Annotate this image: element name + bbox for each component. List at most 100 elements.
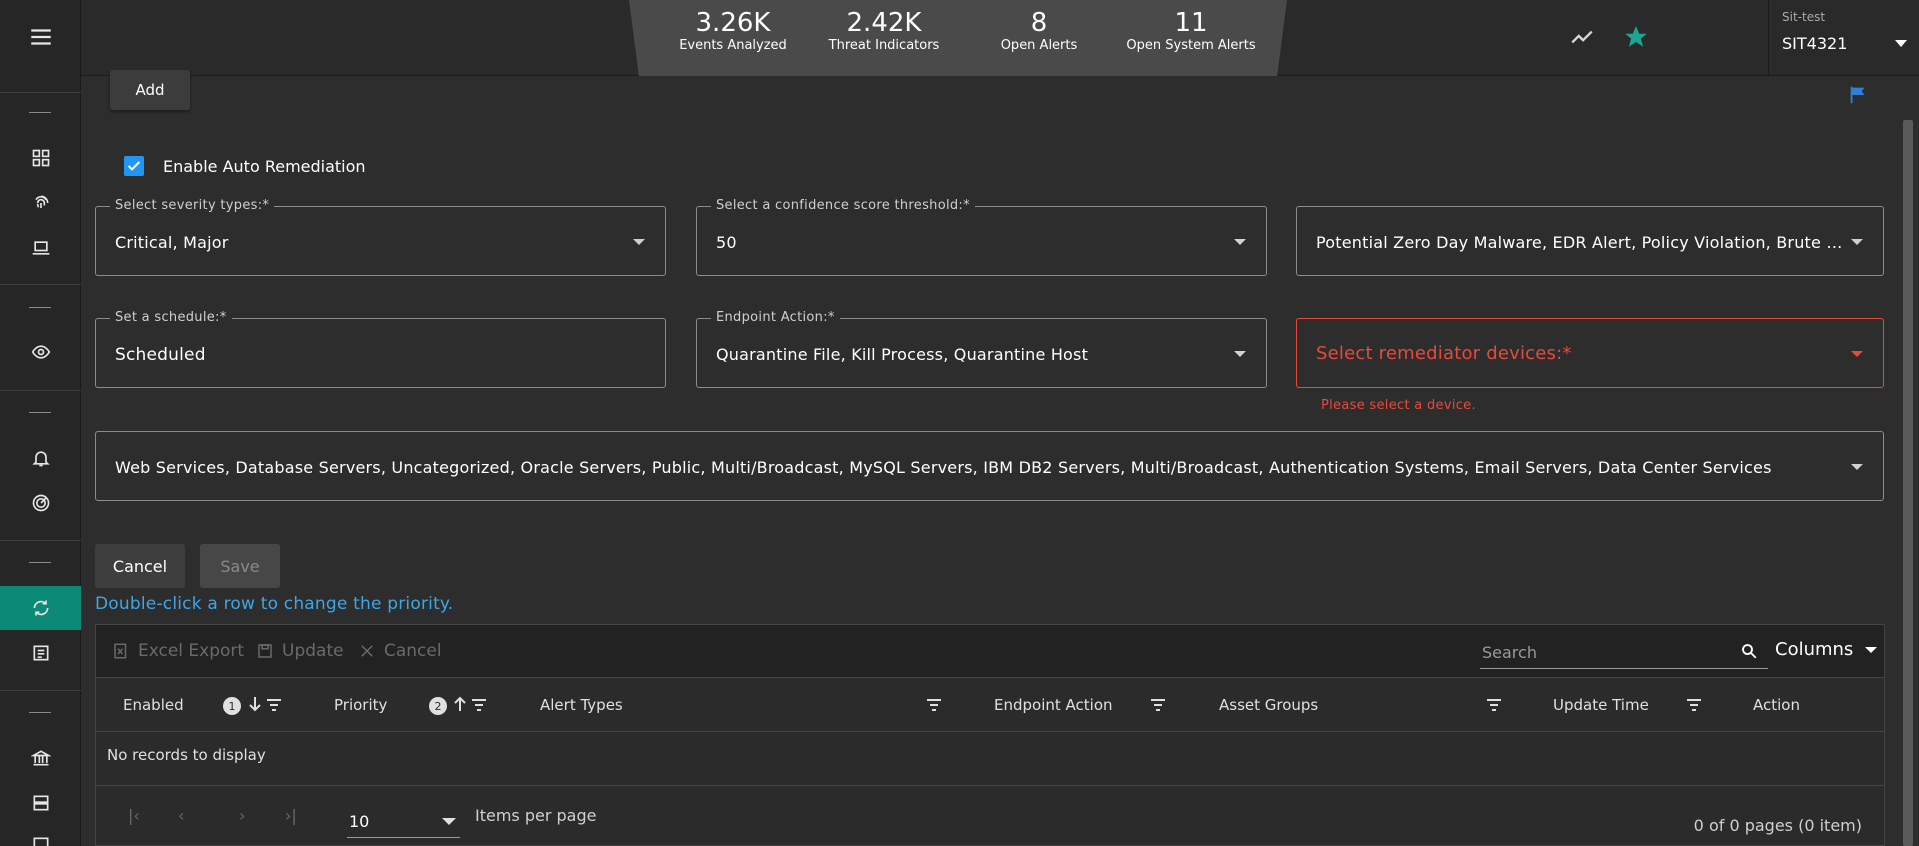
kpi-label: Open Alerts bbox=[1000, 38, 1078, 53]
sidebar-item-servers[interactable] bbox=[0, 781, 81, 825]
filter-icon[interactable] bbox=[1150, 698, 1166, 712]
site-selector-value: SIT4321 bbox=[1782, 34, 1848, 53]
kpi-open-system-alerts[interactable]: 11 Open System Alerts bbox=[1119, 8, 1263, 54]
chevron-down-icon bbox=[1865, 646, 1878, 653]
columns-button[interactable]: Columns bbox=[1775, 639, 1878, 660]
sidebar-item-radar[interactable] bbox=[0, 481, 81, 525]
column-header-enabled[interactable]: Enabled bbox=[123, 696, 184, 714]
chevron-down-icon bbox=[1895, 40, 1907, 47]
alert-types-select[interactable]: Potential Zero Day Malware, EDR Alert, P… bbox=[1296, 206, 1884, 276]
chevron-down-icon bbox=[442, 818, 456, 825]
sidebar bbox=[0, 0, 81, 846]
filter-icon[interactable] bbox=[471, 698, 487, 712]
column-header-update-time[interactable]: Update Time bbox=[1553, 696, 1649, 714]
filter-icon[interactable] bbox=[926, 698, 942, 712]
sidebar-separator bbox=[29, 412, 51, 413]
alert-types-value: Potential Zero Day Malware, EDR Alert, P… bbox=[1316, 233, 1846, 252]
auto-remediation-toggle[interactable]: Enable Auto Remediation bbox=[124, 156, 366, 176]
schedule-field[interactable]: Set a schedule:* Scheduled bbox=[95, 310, 666, 388]
sidebar-item-dashboard[interactable] bbox=[0, 136, 81, 180]
column-header-asset-groups[interactable]: Asset Groups bbox=[1219, 696, 1318, 714]
close-icon bbox=[361, 645, 373, 657]
grid-cancel-button[interactable]: Cancel bbox=[358, 641, 442, 661]
page-scrollbar[interactable] bbox=[1903, 120, 1913, 846]
kpi-events-analyzed[interactable]: 3.26K Events Analyzed bbox=[671, 8, 795, 54]
sidebar-item-alerts[interactable] bbox=[0, 436, 81, 480]
sort-order-badge: 1 bbox=[223, 697, 241, 715]
sidebar-item-auto-remediation[interactable] bbox=[0, 586, 81, 630]
site-selector-label: Sit-test bbox=[1782, 10, 1826, 24]
sidebar-divider bbox=[0, 690, 81, 691]
top-bar: 3.26K Events Analyzed 2.42K Threat Indic… bbox=[81, 0, 1919, 76]
confidence-label: Select a confidence score threshold:* bbox=[711, 198, 975, 213]
update-button[interactable]: Update bbox=[256, 641, 344, 661]
sidebar-separator bbox=[29, 562, 51, 563]
search-icon bbox=[1742, 644, 1757, 659]
sidebar-item-institution[interactable] bbox=[0, 736, 81, 780]
auto-remediation-label: Enable Auto Remediation bbox=[163, 156, 366, 176]
next-page-icon[interactable]: › bbox=[239, 806, 245, 825]
prev-page-icon[interactable]: ‹ bbox=[178, 806, 184, 825]
column-header-endpoint-action[interactable]: Endpoint Action bbox=[994, 696, 1113, 714]
asset-groups-select[interactable]: Web Services, Database Servers, Uncatego… bbox=[95, 431, 1884, 501]
endpoint-action-select[interactable]: Endpoint Action:* Quarantine File, Kill … bbox=[696, 310, 1267, 388]
server-icon bbox=[33, 795, 48, 811]
sidebar-item-devices[interactable] bbox=[0, 226, 81, 270]
checkbox-checked[interactable] bbox=[124, 156, 144, 176]
columns-label: Columns bbox=[1775, 639, 1854, 660]
excel-icon bbox=[114, 643, 127, 659]
kpi-open-alerts[interactable]: 8 Open Alerts bbox=[979, 8, 1099, 54]
page-size-select[interactable]: 10 bbox=[347, 802, 460, 838]
grid-cancel-label: Cancel bbox=[384, 641, 442, 661]
sidebar-separator bbox=[29, 712, 51, 713]
arrow-up-icon[interactable] bbox=[453, 695, 467, 713]
sidebar-item-fingerprint[interactable] bbox=[0, 181, 81, 225]
add-button[interactable]: Add bbox=[110, 70, 190, 110]
flag-button[interactable] bbox=[1847, 84, 1869, 110]
site-selector[interactable]: Sit-test SIT4321 bbox=[1768, 0, 1919, 76]
bell-alert-icon bbox=[31, 451, 50, 467]
star-icon bbox=[1625, 26, 1647, 47]
kpi-threat-indicators[interactable]: 2.42K Threat Indicators bbox=[819, 8, 949, 54]
filter-icon[interactable] bbox=[1686, 698, 1702, 712]
arrow-down-icon[interactable] bbox=[248, 695, 262, 713]
search-placeholder: Search bbox=[1482, 643, 1537, 662]
trend-button[interactable] bbox=[1567, 22, 1597, 52]
favorites-button[interactable] bbox=[1621, 22, 1651, 52]
confidence-value: 50 bbox=[716, 233, 737, 252]
sidebar-item-visibility[interactable] bbox=[0, 330, 81, 374]
save-button[interactable]: Save bbox=[200, 544, 280, 588]
items-per-page-label: Items per page bbox=[475, 806, 597, 825]
remediator-devices-placeholder: Select remediator devices:* bbox=[1316, 343, 1572, 364]
first-page-icon[interactable]: |‹ bbox=[128, 806, 140, 825]
dashboard-icon bbox=[32, 149, 49, 167]
kpi-label: Open System Alerts bbox=[1126, 38, 1256, 53]
kpi-label: Threat Indicators bbox=[828, 38, 940, 53]
excel-export-label: Excel Export bbox=[138, 641, 245, 661]
page-info: 0 of 0 pages (0 item) bbox=[1693, 816, 1862, 835]
grid-header: Enabled 1 Priority 2 Alert Types Endpoin… bbox=[96, 678, 1884, 732]
sidebar-item-more[interactable] bbox=[0, 826, 81, 846]
priority-hint: Double-click a row to change the priorit… bbox=[95, 594, 454, 614]
menu-button[interactable] bbox=[0, 14, 81, 60]
chevron-down-icon bbox=[1851, 351, 1863, 357]
sidebar-divider bbox=[0, 540, 81, 541]
column-header-alert-types[interactable]: Alert Types bbox=[540, 696, 623, 714]
remediator-devices-select[interactable]: Select remediator devices:* bbox=[1296, 318, 1884, 388]
kpi-value: 11 bbox=[1174, 8, 1208, 38]
sidebar-item-reports[interactable] bbox=[0, 631, 81, 675]
severity-select[interactable]: Select severity types:* Critical, Major bbox=[95, 198, 666, 276]
last-page-icon[interactable]: ›| bbox=[285, 806, 297, 825]
excel-export-button[interactable]: Excel Export bbox=[112, 641, 244, 661]
filter-icon[interactable] bbox=[1486, 698, 1502, 712]
bank-icon bbox=[30, 750, 51, 766]
hamburger-menu-icon bbox=[30, 29, 51, 45]
confidence-threshold-select[interactable]: Select a confidence score threshold:* 50 bbox=[696, 198, 1267, 276]
sidebar-divider bbox=[0, 92, 81, 93]
filter-icon[interactable] bbox=[266, 698, 282, 712]
column-header-priority[interactable]: Priority bbox=[334, 696, 387, 714]
sidebar-separator bbox=[29, 112, 51, 113]
cancel-button[interactable]: Cancel bbox=[95, 544, 185, 588]
grid-search-input[interactable]: Search bbox=[1480, 635, 1768, 669]
sidebar-divider bbox=[0, 390, 81, 391]
